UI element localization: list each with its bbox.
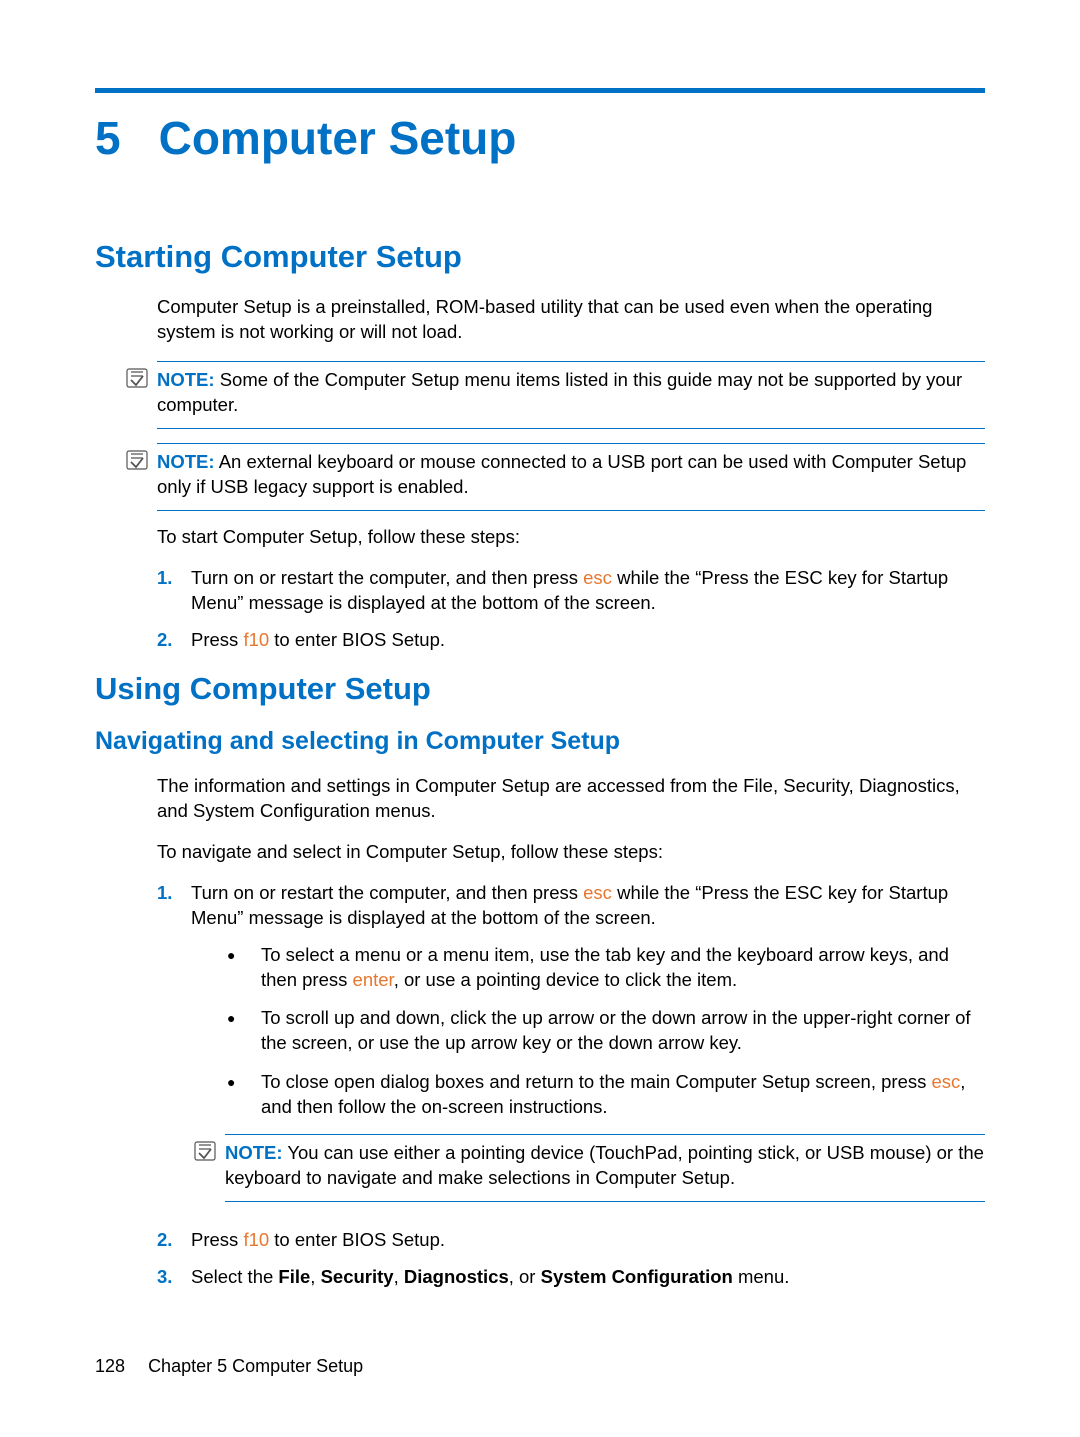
note-3-text: You can use either a pointing device (To… [225, 1142, 984, 1188]
chapter-title: Computer Setup [159, 115, 517, 161]
note-icon [125, 448, 149, 472]
list-item: 2. Press f10 to enter BIOS Setup. [157, 1228, 985, 1253]
section1-body: Computer Setup is a preinstalled, ROM-ba… [157, 295, 985, 653]
section1-steps: 1. Turn on or restart the computer, and … [157, 566, 985, 653]
bullet-body: To scroll up and down, click the up arro… [261, 1006, 985, 1056]
note-2-text: An external keyboard or mouse connected … [157, 451, 966, 497]
section1-intro: Computer Setup is a preinstalled, ROM-ba… [157, 295, 985, 345]
note-2-content: NOTE: An external keyboard or mouse conn… [157, 451, 966, 497]
menu-diagnostics: Diagnostics [404, 1266, 509, 1287]
subsection-heading-navigating: Navigating and selecting in Computer Set… [95, 727, 985, 756]
top-rule [95, 88, 985, 93]
list-item: 1. Turn on or restart the computer, and … [157, 566, 985, 616]
page-number: 128 [95, 1356, 125, 1376]
step-body: Select the File, Security, Diagnostics, … [191, 1265, 985, 1290]
step-marker: 2. [157, 1228, 191, 1253]
note-icon [125, 366, 149, 390]
bullet-body: To close open dialog boxes and return to… [261, 1070, 985, 1120]
document-page: 5 Computer Setup Starting Computer Setup… [0, 0, 1080, 1437]
menu-file: File [278, 1266, 310, 1287]
key-f10: f10 [243, 1229, 269, 1250]
list-item: ● To close open dialog boxes and return … [227, 1070, 985, 1120]
step-marker: 3. [157, 1265, 191, 1290]
section2-body: The information and settings in Computer… [157, 774, 985, 1291]
bullet-marker: ● [227, 943, 261, 993]
note-1-content: NOTE: Some of the Computer Setup menu it… [157, 369, 962, 415]
sub1-lead: To navigate and select in Computer Setup… [157, 840, 985, 865]
sub1-intro: The information and settings in Computer… [157, 774, 985, 824]
note-box-1: NOTE: Some of the Computer Setup menu it… [157, 361, 985, 429]
list-item: 1. Turn on or restart the computer, and … [157, 881, 985, 1217]
bullet-marker: ● [227, 1006, 261, 1056]
step-marker: 1. [157, 566, 191, 616]
sub1-steps: 1. Turn on or restart the computer, and … [157, 881, 985, 1291]
list-item: ● To select a menu or a menu item, use t… [227, 943, 985, 993]
key-f10: f10 [243, 629, 269, 650]
section1-lead: To start Computer Setup, follow these st… [157, 525, 985, 550]
list-item: ● To scroll up and down, click the up ar… [227, 1006, 985, 1056]
note-label: NOTE: [225, 1142, 283, 1163]
section-heading-starting: Starting Computer Setup [95, 239, 985, 275]
sub1-bullets: ● To select a menu or a menu item, use t… [227, 943, 985, 1121]
step-body: Turn on or restart the computer, and the… [191, 566, 985, 616]
note-label: NOTE: [157, 451, 215, 472]
menu-security: Security [321, 1266, 394, 1287]
list-item: 3. Select the File, Security, Diagnostic… [157, 1265, 985, 1290]
chapter-number: 5 [95, 115, 121, 161]
note-box-3: NOTE: You can use either a pointing devi… [225, 1134, 985, 1202]
key-enter: enter [353, 969, 394, 990]
step-body: Press f10 to enter BIOS Setup. [191, 628, 985, 653]
bullet-body: To select a menu or a menu item, use the… [261, 943, 985, 993]
key-esc: esc [583, 567, 612, 588]
chapter-heading: 5 Computer Setup [95, 115, 985, 161]
step-marker: 2. [157, 628, 191, 653]
step-body: Press f10 to enter BIOS Setup. [191, 1228, 985, 1253]
menu-system-configuration: System Configuration [541, 1266, 733, 1287]
key-esc: esc [583, 882, 612, 903]
note-box-2: NOTE: An external keyboard or mouse conn… [157, 443, 985, 511]
section-heading-using: Using Computer Setup [95, 671, 985, 707]
footer-text: Chapter 5 Computer Setup [148, 1356, 363, 1376]
note-3-content: NOTE: You can use either a pointing devi… [225, 1142, 984, 1188]
note-icon [193, 1139, 217, 1163]
bullet-marker: ● [227, 1070, 261, 1120]
list-item: 2. Press f10 to enter BIOS Setup. [157, 628, 985, 653]
step-body: Turn on or restart the computer, and the… [191, 881, 985, 1217]
step-marker: 1. [157, 881, 191, 1217]
note-label: NOTE: [157, 369, 215, 390]
page-footer: 128 Chapter 5 Computer Setup [95, 1356, 363, 1377]
key-esc: esc [932, 1071, 961, 1092]
note-1-text: Some of the Computer Setup menu items li… [157, 369, 962, 415]
